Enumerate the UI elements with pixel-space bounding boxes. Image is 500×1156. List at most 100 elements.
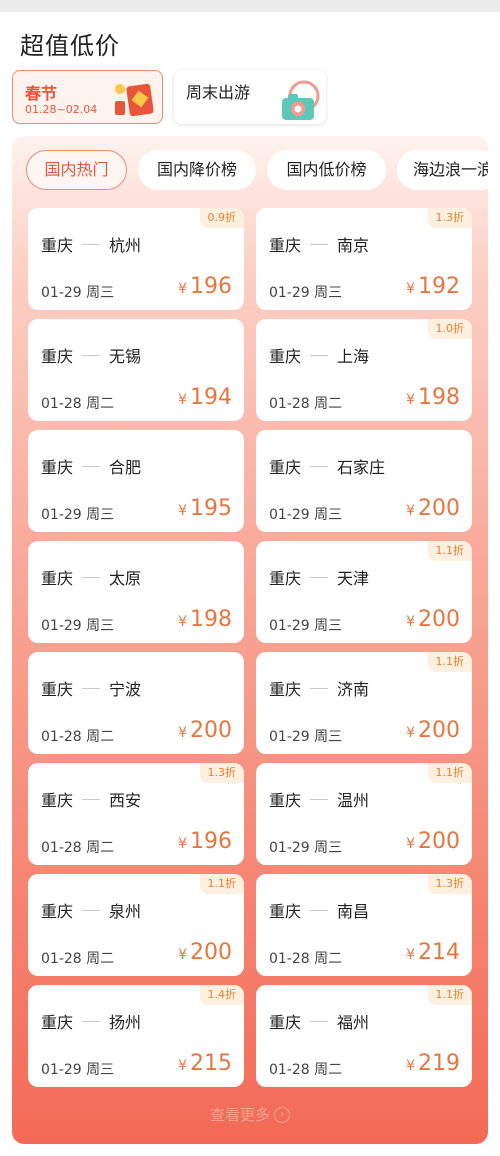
route-card[interactable]: 重庆 南昌 01-28 周二 ¥214 1.3折 [256,874,472,976]
route-card[interactable]: 重庆 太原 01-29 周三 ¥198 [28,541,244,643]
deals-panel: 国内热门 国内降价榜 国内低价榜 海边浪一浪 重庆 杭州 01-29 周三 ¥196 0… [12,136,488,1144]
route-card[interactable]: 重庆 西安 01-28 周二 ¥196 1.3折 [28,763,244,865]
departure-date: 01-29 周三 [41,1062,115,1078]
departure-date: 01-29 周三 [41,618,115,634]
view-more-label: 查看更多 [209,1106,270,1124]
origin-city: 重庆 [269,458,302,477]
currency-symbol: ¥ [178,281,187,297]
route-card[interactable]: 重庆 宁波 01-28 周二 ¥200 [28,652,244,754]
route-cities: 重庆 福州 [269,1009,369,1033]
discount-badge: 1.1折 [427,985,472,1005]
discount-badge: 1.1折 [427,652,472,672]
route-card[interactable]: 重庆 石家庄 01-29 周三 ¥200 [256,430,472,532]
destination-city: 南京 [337,236,370,255]
route-cities: 重庆 济南 [269,676,369,700]
destination-city: 合肥 [109,458,142,477]
route-cities: 重庆 南京 [269,232,369,256]
route-card[interactable]: 重庆 扬州 01-29 周三 ¥215 1.4折 [28,985,244,1087]
route-cities: 重庆 西安 [41,787,141,811]
origin-city: 重庆 [41,347,74,366]
route-card[interactable]: 重庆 上海 01-28 周二 ¥198 1.0折 [256,319,472,421]
origin-city: 重庆 [269,347,302,366]
route-card[interactable]: 重庆 杭州 01-29 周三 ¥196 0.9折 [28,208,244,310]
departure-date: 01-29 周三 [41,507,115,523]
route-card[interactable]: 重庆 合肥 01-29 周三 ¥195 [28,430,244,532]
price: ¥200 [406,718,460,743]
route-arrow-icon [310,688,329,689]
price-value: 200 [418,607,460,632]
currency-symbol: ¥ [178,947,187,963]
price-value: 200 [190,718,232,743]
route-cities: 重庆 扬州 [41,1009,141,1033]
route-arrow-icon [82,244,101,245]
tab-seaside[interactable]: 海边浪一浪 [397,150,488,190]
currency-symbol: ¥ [406,614,415,630]
currency-symbol: ¥ [406,725,415,741]
route-cities: 重庆 上海 [269,343,369,367]
route-arrow-icon [82,1021,101,1022]
camera-icon [282,80,320,120]
route-cities: 重庆 宁波 [41,676,141,700]
destination-city: 宁波 [109,680,142,699]
price: ¥194 [178,385,232,410]
origin-city: 重庆 [41,902,74,921]
spring-festival-card[interactable]: 春节 01.28~02.04 [12,70,163,124]
departure-date: 01-29 周三 [269,285,343,301]
departure-date: 01-28 周二 [269,1062,343,1078]
departure-date: 01-28 周二 [269,951,343,967]
price: ¥200 [178,718,232,743]
departure-date: 01-29 周三 [269,729,343,745]
origin-city: 重庆 [269,791,302,810]
departure-date: 01-29 周三 [269,840,343,856]
route-card[interactable]: 重庆 无锡 01-28 周二 ¥194 [28,319,244,421]
route-card[interactable]: 重庆 泉州 01-28 周二 ¥200 1.1折 [28,874,244,976]
tab-low-price[interactable]: 国内低价榜 [267,150,386,190]
currency-symbol: ¥ [406,1058,415,1074]
destination-city: 温州 [337,791,370,810]
route-arrow-icon [310,910,329,911]
price-value: 215 [190,1051,232,1076]
discount-badge: 1.3折 [199,763,244,783]
tab-domestic-hot[interactable]: 国内热门 [26,150,127,190]
origin-city: 重庆 [269,569,302,588]
gift-bag-icon [115,83,154,117]
price-value: 195 [190,496,232,521]
currency-symbol: ¥ [178,1058,187,1074]
currency-symbol: ¥ [178,725,187,741]
price: ¥200 [178,940,232,965]
route-card[interactable]: 重庆 南京 01-29 周三 ¥192 1.3折 [256,208,472,310]
currency-symbol: ¥ [406,836,415,852]
discount-badge: 1.3折 [427,874,472,894]
departure-date: 01-29 周三 [269,507,343,523]
price-value: 194 [190,385,232,410]
price-value: 200 [418,829,460,854]
route-arrow-icon [82,577,101,578]
departure-date: 01-28 周二 [41,396,115,412]
destination-city: 上海 [337,347,370,366]
route-cities: 重庆 天津 [269,565,369,589]
destination-city: 太原 [109,569,142,588]
discount-badge: 1.1折 [427,541,472,561]
destination-city: 无锡 [109,347,142,366]
price: ¥198 [178,607,232,632]
discount-badge: 1.1折 [427,763,472,783]
currency-symbol: ¥ [406,392,415,408]
currency-symbol: ¥ [178,503,187,519]
route-card[interactable]: 重庆 天津 01-29 周三 ¥200 1.1折 [256,541,472,643]
weekend-trip-card[interactable]: 周末出游 [174,70,326,124]
origin-city: 重庆 [41,569,74,588]
origin-city: 重庆 [269,236,302,255]
price-value: 200 [190,940,232,965]
route-arrow-icon [310,1021,329,1022]
destination-city: 扬州 [109,1013,142,1032]
origin-city: 重庆 [41,680,74,699]
tab-price-drop[interactable]: 国内降价榜 [138,150,256,190]
route-card[interactable]: 重庆 济南 01-29 周三 ¥200 1.1折 [256,652,472,754]
price: ¥198 [406,385,460,410]
route-card[interactable]: 重庆 温州 01-29 周三 ¥200 1.1折 [256,763,472,865]
departure-date: 01-28 周二 [269,396,343,412]
route-card[interactable]: 重庆 福州 01-28 周二 ¥219 1.1折 [256,985,472,1087]
price: ¥215 [178,1051,232,1076]
route-cities: 重庆 石家庄 [269,454,385,478]
view-more-button[interactable]: 查看更多 › [12,1104,488,1125]
